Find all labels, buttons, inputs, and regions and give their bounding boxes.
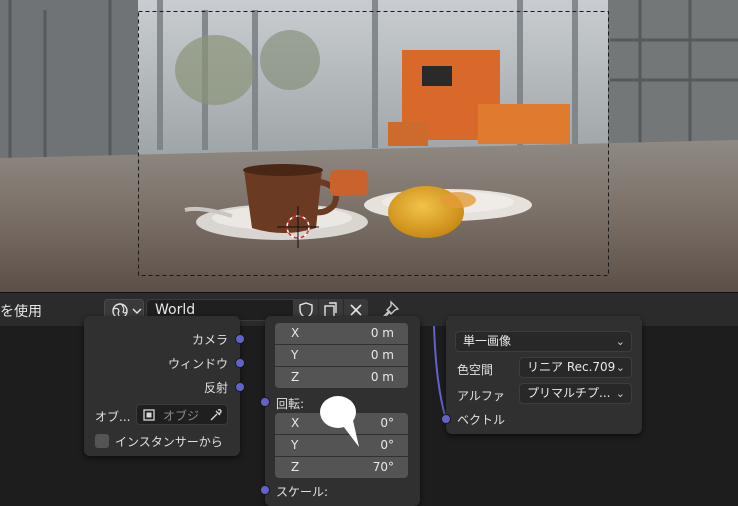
mouse-cursor-icon xyxy=(320,396,359,447)
texture-coordinate-node[interactable]: カメラ ウィンドウ 反射 オブ... オブジ インスタンサーから xyxy=(84,316,240,456)
output-window-label: ウィンドウ xyxy=(167,357,228,371)
output-reflection-label: 反射 xyxy=(203,381,228,395)
rotation-label: 回転: xyxy=(276,397,305,411)
rotation-input-socket[interactable] xyxy=(260,397,270,407)
chevron-down-icon: ⌄ xyxy=(615,387,625,400)
scale-input-socket[interactable] xyxy=(260,485,270,495)
window-output-socket[interactable] xyxy=(235,358,245,368)
camera-output-socket[interactable] xyxy=(235,334,245,344)
instancer-label: インスタンサーから xyxy=(115,435,223,449)
use-nodes-label: を使用 xyxy=(0,304,42,320)
vector-label: ベクトル xyxy=(457,413,506,427)
object-icon xyxy=(143,409,155,421)
instancer-checkbox[interactable] xyxy=(95,434,109,448)
reflection-output-socket[interactable] xyxy=(235,382,245,392)
location-y-field[interactable]: Y 0 m xyxy=(275,345,408,366)
alpha-dropdown[interactable]: プリマルチプ... ⌄ xyxy=(519,383,632,404)
colorspace-dropdown[interactable]: リニア Rec.709 ⌄ xyxy=(519,357,632,378)
object-placeholder: オブジ xyxy=(163,409,200,423)
projection-dropdown[interactable]: 単一画像 ⌄ xyxy=(455,331,632,352)
object-field[interactable]: オブジ xyxy=(136,404,228,425)
render-image xyxy=(0,0,738,292)
chevron-down-icon: ⌄ xyxy=(615,335,625,348)
vector-input-socket[interactable] xyxy=(441,414,451,424)
colorspace-label: 色空間 xyxy=(457,363,494,377)
object-label: オブ... xyxy=(95,410,131,424)
eyedropper-icon[interactable] xyxy=(207,407,223,423)
viewport-render[interactable] xyxy=(0,0,738,292)
location-z-field[interactable]: Z 0 m xyxy=(275,367,408,388)
scale-label: スケール: xyxy=(276,485,329,499)
alpha-label: アルファ xyxy=(457,389,505,403)
location-x-field[interactable]: X 0 m xyxy=(275,323,408,344)
chevron-down-icon: ⌄ xyxy=(615,361,625,374)
rotation-z-field[interactable]: Z 70° xyxy=(275,457,408,478)
output-camera-label: カメラ xyxy=(191,333,228,347)
image-texture-node[interactable]: 単一画像 ⌄ 色空間 リニア Rec.709 ⌄ アルファ プリマルチプ... … xyxy=(446,316,642,434)
